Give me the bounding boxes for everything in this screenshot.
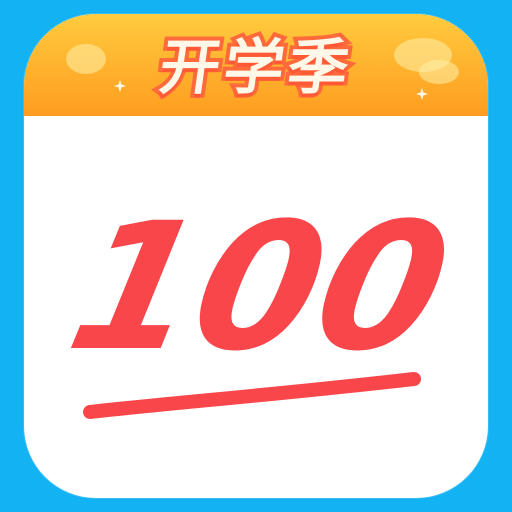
score-graphic: 100: [54, 185, 465, 419]
app-icon[interactable]: 开学季 100: [0, 0, 512, 512]
score-value: 100: [54, 185, 465, 390]
icon-card: 开学季 100: [24, 14, 488, 498]
